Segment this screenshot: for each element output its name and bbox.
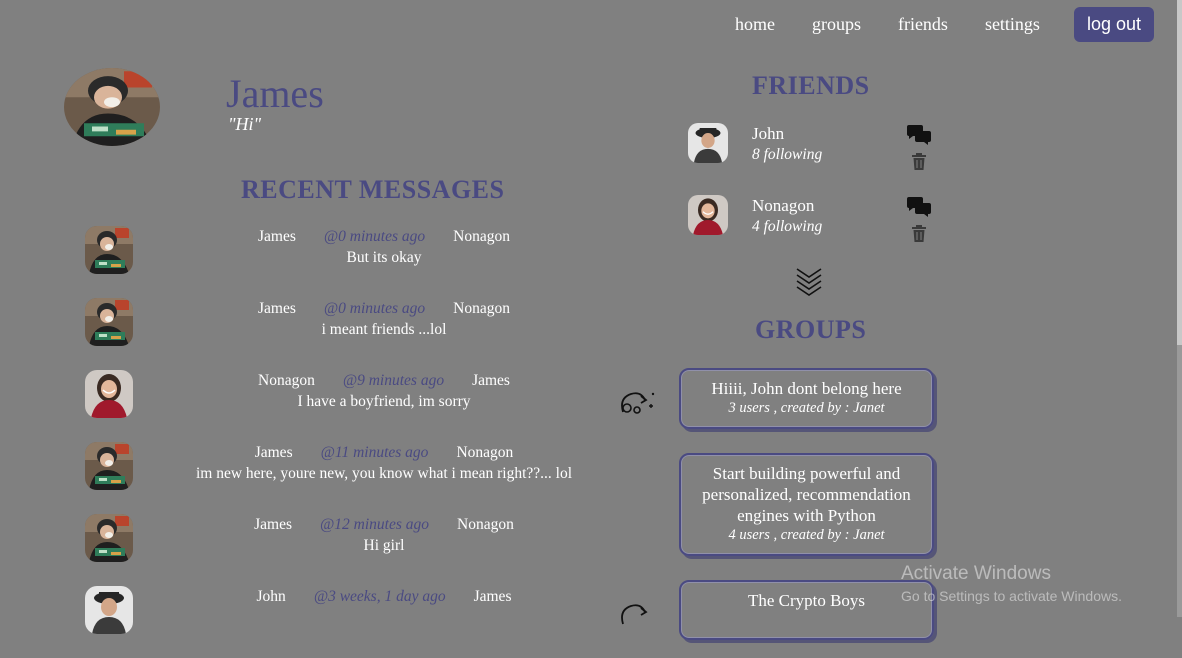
message-recipient: Nonagon: [453, 300, 510, 317]
group-name: The Crypto Boys: [747, 591, 866, 610]
chat-bubbles-icon[interactable]: [906, 125, 932, 147]
message-sender: James: [258, 228, 296, 245]
friend-name[interactable]: Nonagon: [752, 196, 814, 216]
message-time: @3 weeks, 1 day ago: [313, 588, 446, 605]
message-item[interactable]: James @0 minutes ago Nonagon i meant frien…: [0, 298, 768, 370]
group-info: 3 users , created by : Janet: [728, 400, 885, 416]
message-sender: James: [254, 516, 293, 533]
group-info: 4 users , created by : Janet: [728, 527, 885, 543]
nav-groups[interactable]: groups: [812, 14, 861, 35]
message-meta: Nonagon @9 minutes ago James: [180, 372, 588, 390]
profile-name: James: [226, 71, 324, 116]
avatar: [85, 370, 133, 418]
groups-title: GROUPS: [755, 315, 867, 344]
message-item[interactable]: James @12 minutes ago Nonagon Hi girl: [0, 514, 768, 586]
message-sender: John: [256, 588, 286, 605]
top-nav: home groups friends settings log out: [698, 7, 1154, 42]
message-time: @0 minutes ago: [323, 228, 426, 245]
message-recipient: Nonagon: [456, 444, 514, 461]
friend-following: 8 following: [752, 146, 823, 163]
message-recipient: Nonagon: [457, 516, 514, 533]
message-sender: James: [258, 300, 296, 317]
watermark-subtitle: Go to Settings to activate Windows.: [901, 588, 1122, 604]
group-card[interactable]: The Crypto Boys: [679, 580, 934, 640]
logout-button[interactable]: log out: [1073, 7, 1154, 42]
message-recipient: Nonagon: [453, 228, 510, 245]
message-recipient: James: [472, 372, 510, 389]
message-time: @12 minutes ago: [320, 516, 430, 533]
message-text: im new here, youre new, you know what i …: [195, 465, 573, 482]
watermark-title: Activate Windows: [901, 563, 1051, 584]
message-item[interactable]: James @11 minutes ago Nonagon im new here,…: [0, 442, 768, 514]
message-sender: James: [254, 444, 293, 461]
message-meta: James @11 minutes ago Nonagon: [180, 444, 588, 462]
trash-icon[interactable]: [911, 153, 927, 171]
message-meta: James @0 minutes ago Nonagon: [180, 300, 588, 318]
profile-avatar: [64, 68, 160, 146]
message-text: But its okay: [346, 249, 422, 266]
message-meta: James @0 minutes ago Nonagon: [180, 228, 588, 246]
friends-title: FRIENDS: [752, 71, 870, 100]
chevrons-down-icon[interactable]: [794, 266, 824, 298]
avatar: [85, 586, 133, 634]
friend-following: 4 following: [752, 218, 823, 235]
nav-home[interactable]: home: [735, 14, 775, 35]
message-time: @9 minutes ago: [342, 372, 445, 389]
avatar: [85, 298, 133, 346]
message-recipient: James: [473, 588, 512, 605]
group-card[interactable]: Start building powerful and personalized…: [679, 453, 934, 556]
message-meta: James @12 minutes ago Nonagon: [180, 516, 588, 534]
message-time: @0 minutes ago: [323, 300, 426, 317]
avatar: [85, 514, 133, 562]
avatar: [688, 195, 728, 235]
group-swirl-icon: [621, 604, 648, 625]
profile-status: "Hi": [228, 114, 262, 134]
avatar: [85, 226, 133, 274]
activate-windows-watermark: Activate Windows Go to Settings to activ…: [901, 563, 1122, 604]
nav-friends[interactable]: friends: [898, 14, 948, 35]
page-scrollbar[interactable]: [1177, 0, 1182, 617]
friend-item[interactable]: Nonagon 4 following: [688, 195, 948, 245]
avatar: [688, 123, 728, 163]
group-card[interactable]: Hiiii, John dont belong here 3 users , c…: [679, 368, 934, 429]
message-sender: Nonagon: [258, 372, 315, 389]
message-item[interactable]: James @0 minutes ago Nonagon But its okay: [0, 226, 768, 298]
friend-item[interactable]: John 8 following: [688, 123, 948, 173]
friend-name[interactable]: John: [752, 124, 784, 144]
avatar: [85, 442, 133, 490]
scrollbar-thumb[interactable]: [1177, 0, 1182, 345]
nav-settings[interactable]: settings: [985, 14, 1040, 35]
group-name: Hiiii, John dont belong here: [711, 379, 902, 398]
group-swirl-icon: [621, 392, 655, 414]
trash-icon[interactable]: [911, 225, 927, 243]
message-text: i meant friends ...lol: [321, 321, 447, 338]
recent-messages-title: RECENT MESSAGES: [241, 175, 505, 204]
message-meta: John @3 weeks, 1 day ago James: [180, 588, 588, 606]
message-time: @11 minutes ago: [320, 444, 429, 461]
message-text: I have a boyfriend, im sorry: [297, 393, 471, 410]
chat-bubbles-icon[interactable]: [906, 197, 932, 219]
message-text: Hi girl: [363, 537, 405, 554]
group-name: Start building powerful and personalized…: [702, 464, 911, 525]
